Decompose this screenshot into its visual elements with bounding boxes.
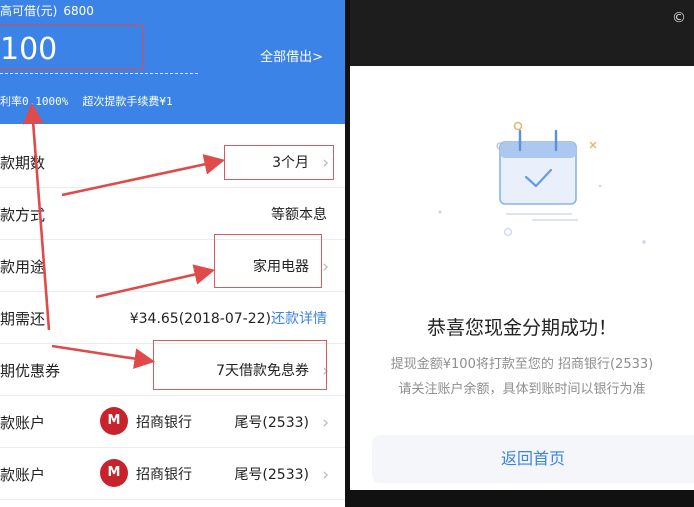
bank-logo-icon: M	[100, 407, 128, 435]
per-period-amount: ¥34.65(2018-07-22)	[129, 311, 271, 327]
chevron-right-icon: ›	[322, 257, 329, 277]
row-value: ¥34.65(2018-07-22)还款详情	[130, 308, 327, 328]
row-account-1[interactable]: 款账户 M 招商银行 尾号(2533) ›	[0, 396, 345, 448]
success-panel: © 恭喜您现金分期成功！ 提现金额¥100将打款至您的 招商银行(2533) 请…	[350, 0, 694, 490]
annotation-box-purpose	[214, 234, 322, 288]
bank-logo-icon: M	[100, 459, 128, 487]
row-label: 期优惠券	[0, 362, 61, 380]
success-desc-line2: 请关注账户余额，具体到账时间以银行为准	[398, 382, 646, 397]
row-repayment-method: 款方式 等额本息	[0, 188, 345, 240]
row-label: 期需还	[0, 310, 46, 328]
row-value: 等额本息	[271, 207, 327, 223]
row-per-period: 期需还 ¥34.65(2018-07-22)还款详情	[0, 292, 345, 344]
copyright-icon: ©	[672, 10, 686, 26]
row-label: 款期数	[0, 154, 46, 172]
repayment-details-link[interactable]: 还款详情	[271, 311, 327, 327]
success-desc-line1: 提现金额¥100将打款至您的 招商银行(2533)	[390, 357, 654, 372]
amount-header: 高可借(元) 6800 100 全部借出> 利率0.1000% 超次提款手续费¥1	[0, 0, 345, 124]
available-label: 高可借(元)	[0, 4, 58, 18]
available-limit: 高可借(元) 6800	[0, 2, 94, 19]
calendar-check-icon	[438, 121, 646, 244]
withdrawal-fee: 超次提款手续费¥1	[82, 95, 173, 108]
bank-name: 招商银行	[136, 467, 192, 483]
top-bar: ©	[350, 0, 694, 66]
annotation-box-amount	[0, 24, 143, 70]
available-amount: 6800	[63, 4, 94, 18]
row-label: 款方式	[0, 206, 46, 224]
bank-name: 招商银行	[136, 415, 192, 431]
amount-underline	[0, 73, 198, 74]
row-label: 款账户	[0, 466, 46, 484]
account-tail: 尾号(2533)	[234, 467, 309, 483]
row-label: 款账户	[0, 414, 46, 432]
success-title: 恭喜您现金分期成功！	[426, 317, 617, 339]
back-home-button[interactable]: 返回首页	[372, 435, 694, 483]
rate-info: 利率0.1000% 超次提款手续费¥1	[0, 93, 187, 109]
account-tail: 尾号(2533)	[234, 415, 309, 431]
chevron-right-icon: ›	[322, 413, 329, 433]
annotation-box-term	[224, 145, 334, 180]
row-account-2[interactable]: 款账户 M 招商银行 尾号(2533) ›	[0, 448, 345, 500]
borrow-all-link[interactable]: 全部借出>	[260, 46, 323, 65]
loan-form-panel: 高可借(元) 6800 100 全部借出> 利率0.1000% 超次提款手续费¥1 …	[0, 0, 345, 507]
chevron-right-icon: ›	[322, 465, 329, 485]
interest-rate: 利率0.1000%	[0, 95, 69, 108]
annotation-box-coupon	[153, 340, 327, 390]
row-label: 款用途	[0, 258, 46, 276]
